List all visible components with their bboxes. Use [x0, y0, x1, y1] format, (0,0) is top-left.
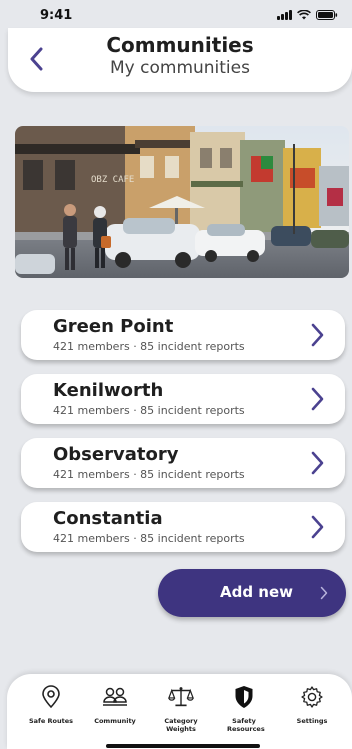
- chevron-right-icon: [311, 387, 324, 411]
- communities-screen: 9:41 Communities My communities OBZ CAFE…: [0, 0, 352, 749]
- community-name: Constantia: [53, 508, 163, 529]
- bottom-nav: Safe Routes Community Category Weights S…: [7, 674, 352, 749]
- community-card-kenilworth[interactable]: Kenilworth 421 members · 85 incident rep…: [21, 374, 345, 424]
- chevron-right-icon: [311, 451, 324, 475]
- community-name: Observatory: [53, 444, 179, 465]
- community-name: Kenilworth: [53, 380, 164, 401]
- page-title: Communities: [106, 33, 254, 57]
- nav-category-weights[interactable]: Category Weights: [148, 684, 214, 739]
- community-meta: 421 members · 85 incident reports: [53, 340, 245, 353]
- community-meta: 421 members · 85 incident reports: [53, 468, 245, 481]
- status-icons: [277, 10, 338, 20]
- community-card-observatory[interactable]: Observatory 421 members · 85 incident re…: [21, 438, 345, 488]
- nav-safety-resources[interactable]: Safety Resources: [211, 684, 277, 739]
- add-button-label: Add new: [220, 583, 294, 601]
- photo-sign-text: OBZ CAFE: [91, 175, 134, 185]
- community-photo: OBZ CAFE: [15, 126, 349, 278]
- scales-icon: [168, 684, 194, 710]
- nav-safe-routes[interactable]: Safe Routes: [18, 684, 84, 739]
- community-meta: 421 members · 85 incident reports: [53, 532, 245, 545]
- nav-settings[interactable]: Settings: [279, 684, 345, 739]
- nav-label: Category Weights: [164, 717, 198, 733]
- nav-label: Settings: [296, 717, 328, 725]
- wifi-icon: [297, 10, 311, 20]
- header: Communities My communities: [8, 28, 352, 92]
- gear-icon: [299, 684, 325, 710]
- add-community-button[interactable]: Add new: [158, 569, 346, 617]
- chevron-right-icon: [311, 323, 324, 347]
- community-name: Green Point: [53, 316, 174, 337]
- battery-icon: [316, 10, 338, 20]
- home-indicator: [106, 744, 260, 748]
- chevron-right-icon: [320, 586, 328, 600]
- status-time: 9:41: [40, 8, 73, 23]
- status-bar: 9:41: [0, 0, 352, 30]
- page-subtitle: My communities: [110, 58, 250, 78]
- shield-icon: [231, 684, 257, 710]
- nav-label: Safety Resources: [227, 717, 265, 733]
- people-icon: [102, 684, 128, 710]
- community-card-constantia[interactable]: Constantia 421 members · 85 incident rep…: [21, 502, 345, 552]
- nav-label: Community: [94, 717, 136, 725]
- community-card-green-point[interactable]: Green Point 421 members · 85 incident re…: [21, 310, 345, 360]
- nav-label: Safe Routes: [28, 717, 74, 725]
- map-pin-icon: [38, 684, 64, 710]
- community-meta: 421 members · 85 incident reports: [53, 404, 245, 417]
- chevron-right-icon: [311, 515, 324, 539]
- nav-community[interactable]: Community: [82, 684, 148, 739]
- signal-icon: [277, 10, 292, 20]
